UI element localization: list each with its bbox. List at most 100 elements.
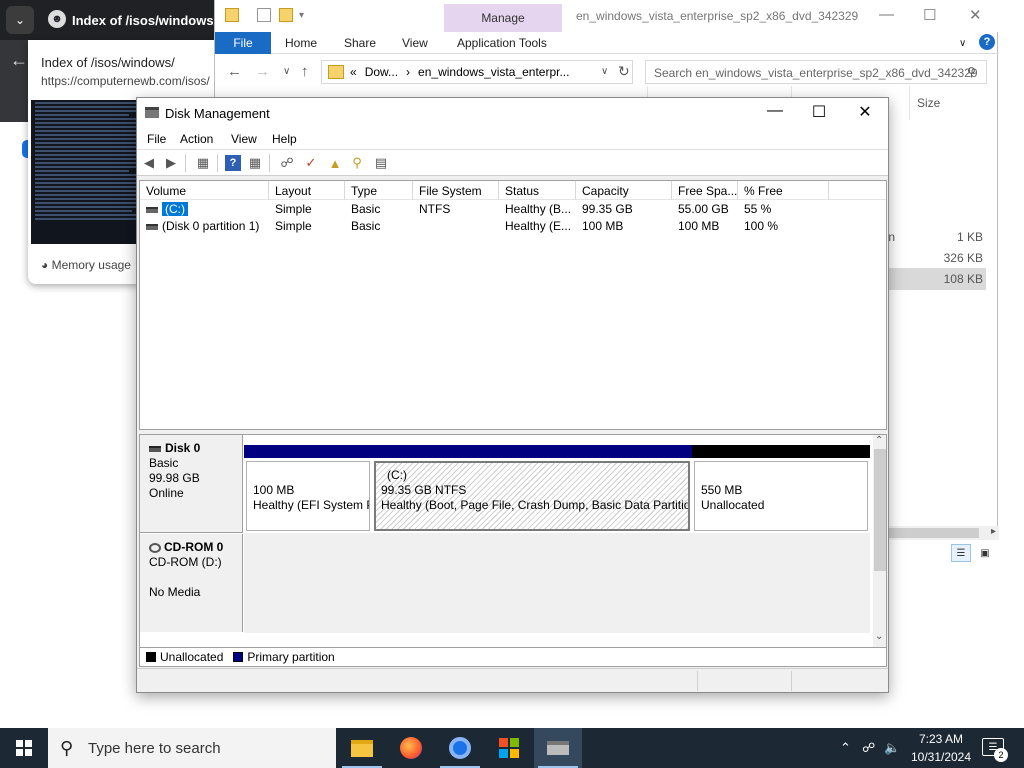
back-arrow-icon[interactable]: ← [227,63,242,80]
maximize-icon[interactable]: ☐ [799,102,839,122]
refresh-icon[interactable]: ↻ [618,63,630,80]
volume-cell[interactable]: (Disk 0 partition 1) [140,219,269,233]
properties-icon[interactable]: ▤ [373,155,389,171]
address-bar[interactable]: « Dow... › en_windows_vista_enterpr... [321,60,633,84]
recent-locations-icon[interactable]: ∨ [283,66,290,77]
explorer-search-input[interactable]: Search en_windows_vista_enterprise_sp2_x… [645,60,987,84]
maximize-icon[interactable]: ☐ [923,6,936,24]
search-folder-icon[interactable]: ⚲ [349,155,365,171]
open-folder-icon[interactable]: ▲ [327,155,343,171]
toolbar-separator [217,154,218,172]
details-view-icon[interactable]: ☰ [951,544,971,562]
quick-access-dropdown-icon[interactable]: ▾ [299,10,304,21]
show-hide-action-pane-icon[interactable]: ▦ [247,155,263,171]
ribbon-tab-application-tools[interactable]: Application Tools [457,36,547,50]
volume-row[interactable]: (Disk 0 partition 1) Simple Basic Health… [140,218,886,235]
show-hide-console-tree-icon[interactable]: ▦ [195,155,211,171]
ribbon-tab-share[interactable]: Share [344,36,376,50]
legend-swatch-primary [233,652,244,662]
close-icon[interactable]: ✕ [845,102,885,122]
address-separator: › [406,65,411,79]
taskbar-search-box[interactable]: ⚲ Type here to search [48,728,336,768]
partition-unallocated[interactable]: 550 MB Unallocated [692,445,870,531]
ribbon-tab-manage[interactable]: Manage [444,4,562,32]
column-header-file-system[interactable]: File System [413,181,499,200]
column-header-status[interactable]: Status [499,181,576,200]
address-segment-folder[interactable]: en_windows_vista_enterpr... [418,65,569,79]
taskbar-disk-management[interactable] [534,728,582,768]
taskbar-chromium[interactable] [436,728,484,768]
ribbon-tab-home[interactable]: Home [285,36,317,50]
network-icon[interactable]: ☍ [862,728,875,768]
large-icons-view-icon[interactable]: ▣ [975,544,995,562]
volume-row[interactable]: (C:) Simple Basic NTFS Healthy (B... 99.… [140,201,886,218]
minimize-icon[interactable]: — [755,102,795,120]
vertical-scrollbar[interactable]: ⌃ ⌄ [873,435,886,647]
menu-view[interactable]: View [231,132,257,146]
horizontal-scrollbar[interactable]: ▸ [889,526,999,540]
close-icon[interactable]: ✕ [969,6,982,24]
explorer-title-bar: ▾ Manage en_windows_vista_enterprise_sp2… [215,0,999,32]
dm-window-title: Disk Management [165,106,270,121]
menu-help[interactable]: Help [272,132,297,146]
scroll-up-icon[interactable]: ⌃ [875,435,883,446]
help-icon[interactable]: ? [225,155,241,171]
start-button[interactable] [0,728,48,768]
browser-back-icon[interactable]: ← [10,50,28,71]
disk-0-label[interactable]: Disk 0 Basic 99.98 GB Online [140,435,243,533]
taskbar-file-explorer[interactable] [338,728,386,768]
minimize-icon[interactable]: — [879,6,894,23]
type-cell: Basic [351,202,381,216]
browser-tab-active[interactable]: Index of /isos/windows/ [40,0,214,40]
disk-0-name-row: Disk 0 [149,441,242,456]
address-overflow[interactable]: « [350,65,357,79]
new-folder-icon[interactable] [279,8,293,22]
address-dropdown-icon[interactable]: ∨ [601,66,608,77]
menu-file[interactable]: File [147,132,166,146]
volume-name-selected[interactable]: (C:) [162,202,188,216]
partition-unallocated-body[interactable]: 550 MB Unallocated [694,461,868,531]
ribbon-expand-icon[interactable]: ∨ [959,38,966,49]
column-header-capacity[interactable]: Capacity [576,181,672,200]
scroll-right-icon[interactable]: ▸ [991,526,996,537]
disk-management-icon [145,107,159,118]
column-header-percent-free[interactable]: % Free [738,181,829,200]
tab-search-button[interactable]: ⌄ [6,6,34,34]
scrollbar-thumb[interactable] [889,528,979,538]
column-header-size[interactable]: Size [917,96,940,110]
partition-efi-body[interactable]: 100 MB Healthy (EFI System P [246,461,370,531]
free-space-cell: 100 MB [678,219,720,233]
up-arrow-icon[interactable]: ↑ [301,63,309,80]
address-segment-downloads[interactable]: Dow... [365,65,398,79]
ribbon-tab-view[interactable]: View [402,36,428,50]
checkmark-icon[interactable]: ✓ [303,155,319,171]
explorer-window-title: en_windows_vista_enterprise_sp2_x86_dvd_… [576,9,859,23]
volume-name[interactable]: (Disk 0 partition 1) [162,219,259,233]
cdrom-0-label[interactable]: CD-ROM 0 CD-ROM (D:) No Media [140,534,243,632]
partition-efi[interactable]: 100 MB Healthy (EFI System P [244,445,372,531]
forward-arrow-icon[interactable]: → [255,63,270,80]
properties-icon[interactable] [257,8,271,22]
volume-muted-icon[interactable]: 🔈 [884,728,900,768]
taskbar-firefox[interactable] [387,728,435,768]
partition-c[interactable]: (C:) 99.35 GB NTFS Healthy (Boot, Page F… [372,445,692,531]
back-arrow-icon[interactable]: ◀ [141,155,157,171]
help-icon[interactable]: ? [979,34,995,50]
taskbar-clock[interactable]: 7:23 AM 10/31/2024 [906,730,976,766]
column-header-layout[interactable]: Layout [269,181,345,200]
legend-swatch-unallocated [146,652,156,662]
ribbon-tab-file[interactable]: File [215,32,271,54]
column-header-volume[interactable]: Volume [140,181,269,200]
volume-cell[interactable]: (C:) [140,202,269,216]
taskbar-windows-setup[interactable] [485,728,533,768]
forward-arrow-icon[interactable]: ▶ [163,155,179,171]
scrollbar-thumb[interactable] [874,449,886,571]
connect-icon[interactable]: ☍ [279,155,295,171]
partition-c-body[interactable]: (C:) 99.35 GB NTFS Healthy (Boot, Page F… [374,461,690,531]
column-header-type[interactable]: Type [345,181,413,200]
folder-icon [225,8,239,22]
column-header-free-space[interactable]: Free Spa... [672,181,738,200]
menu-action[interactable]: Action [180,132,213,146]
show-hidden-icons[interactable]: ⌃ [840,728,851,768]
scroll-down-icon[interactable]: ⌄ [875,631,883,642]
